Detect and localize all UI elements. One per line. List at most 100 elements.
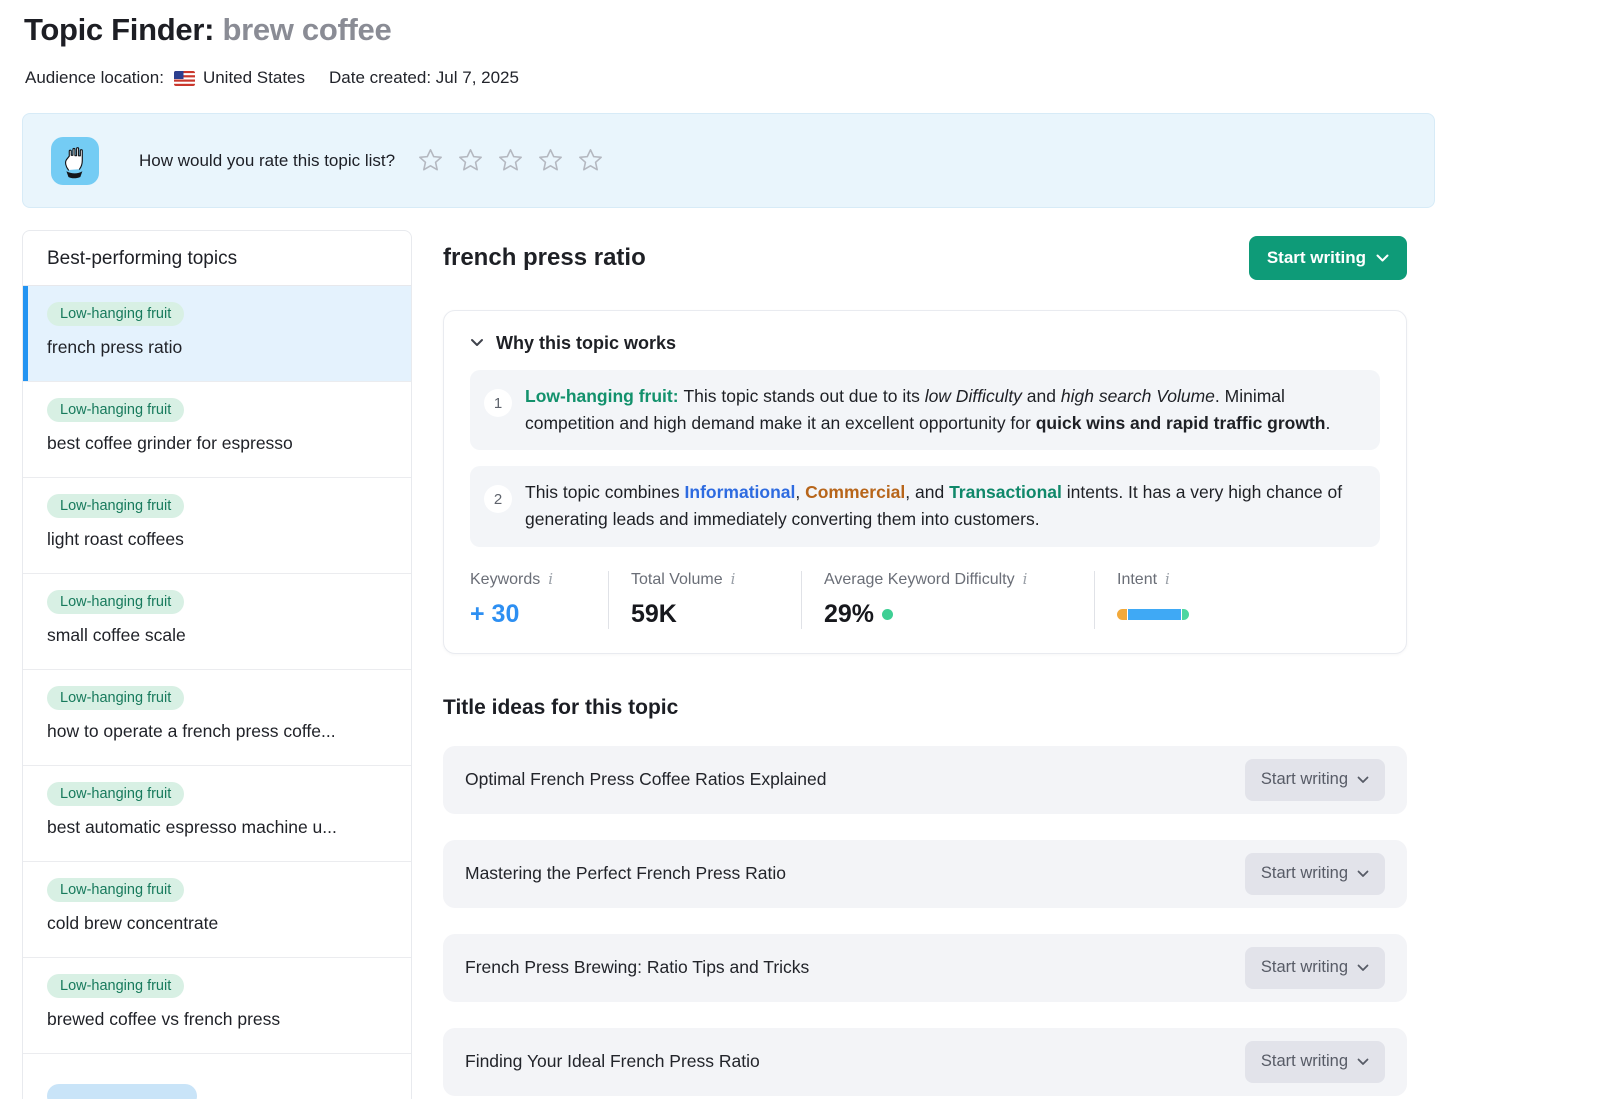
sidebar-item-partial[interactable] (23, 1054, 411, 1099)
sidebar-item-how-to-operate-french-press[interactable]: Low-hanging fruit how to operate a frenc… (23, 670, 411, 766)
sidebar-item-light-roast-coffees[interactable]: Low-hanging fruit light roast coffees (23, 478, 411, 574)
topic-detail-header: french press ratio Start writing (443, 230, 1407, 286)
metric-intent: Intenti (1117, 571, 1189, 629)
intent-label: Intent (1117, 571, 1157, 589)
title-idea-text: Mastering the Perfect French Press Ratio (465, 863, 786, 884)
chevron-down-icon (1357, 864, 1369, 883)
difficulty-status-dot (882, 609, 893, 620)
star-icon-5[interactable] (577, 147, 604, 174)
info-icon[interactable]: i (1165, 572, 1170, 587)
difficulty-value: 29% (824, 600, 874, 629)
start-writing-button-idea-2[interactable]: Start writing (1245, 853, 1385, 895)
intent-distribution-bar (1117, 609, 1189, 620)
title-idea-card-1: Optimal French Press Coffee Ratios Expla… (443, 746, 1407, 814)
why-point-1: 1 Low-hanging fruit: This topic stands o… (470, 370, 1380, 450)
date-created: Date created: Jul 7, 2025 (329, 68, 519, 88)
low-hanging-fruit-badge: Low-hanging fruit (47, 590, 184, 614)
star-icon-1[interactable] (417, 147, 444, 174)
title-idea-text: Optimal French Press Coffee Ratios Expla… (465, 769, 827, 790)
why-point-2: 2 This topic combines Informational, Com… (470, 466, 1380, 546)
info-icon[interactable]: i (548, 572, 553, 587)
point-number: 2 (484, 485, 512, 513)
audience-location-label: Audience location: (25, 68, 164, 88)
best-performing-topics-panel: Best-performing topics Low-hanging fruit… (22, 230, 412, 1099)
audience-location-value: United States (203, 68, 305, 88)
partial-topic-badge (47, 1084, 197, 1099)
star-icon-3[interactable] (497, 147, 524, 174)
rating-question: How would you rate this topic list? (139, 151, 395, 171)
keywords-label: Keywords (470, 571, 540, 589)
low-hanging-fruit-badge: Low-hanging fruit (47, 878, 184, 902)
page-title-prefix: Topic Finder: (24, 12, 222, 47)
start-writing-label: Start writing (1261, 770, 1348, 789)
difficulty-label: Average Keyword Difficulty (824, 571, 1015, 589)
start-writing-label: Start writing (1267, 248, 1366, 268)
rating-stars (417, 147, 604, 174)
title-ideas-heading: Title ideas for this topic (443, 696, 1407, 720)
topic-label: how to operate a french press coffe... (47, 721, 387, 742)
topic-detail-panel: french press ratio Start writing Why thi… (443, 230, 1407, 1096)
topic-label: best automatic espresso machine u... (47, 817, 387, 838)
chevron-down-icon (1357, 1052, 1369, 1071)
sidebar-title: Best-performing topics (23, 231, 411, 286)
metric-divider (801, 571, 802, 629)
intent-segment-commercial (1117, 609, 1127, 620)
why-topic-works-card: Why this topic works 1 Low-hanging fruit… (443, 310, 1407, 654)
start-writing-button[interactable]: Start writing (1249, 236, 1407, 280)
rating-banner: How would you rate this topic list? (22, 113, 1435, 208)
sidebar-item-cold-brew-concentrate[interactable]: Low-hanging fruit cold brew concentrate (23, 862, 411, 958)
start-writing-button-idea-4[interactable]: Start writing (1245, 1041, 1385, 1083)
topic-detail-title: french press ratio (443, 244, 646, 272)
intent-segment-transactional (1182, 609, 1189, 620)
title-idea-card-3: French Press Brewing: Ratio Tips and Tri… (443, 934, 1407, 1002)
chevron-down-icon (1357, 958, 1369, 977)
info-icon[interactable]: i (731, 572, 736, 587)
metrics-row: Keywords i + 30 Total Volume i 59K Average… (470, 569, 1380, 629)
total-volume-label: Total Volume (631, 571, 723, 589)
start-writing-button-idea-1[interactable]: Start writing (1245, 759, 1385, 801)
point-number: 1 (484, 389, 512, 417)
topic-label: french press ratio (47, 337, 387, 358)
low-hanging-fruit-badge: Low-hanging fruit (47, 398, 184, 422)
chevron-down-icon (1357, 770, 1369, 789)
low-hanging-fruit-badge: Low-hanging fruit (47, 974, 184, 998)
info-icon[interactable]: i (1023, 572, 1028, 587)
page-title-query: brew coffee (222, 12, 391, 47)
us-flag-icon (174, 71, 195, 86)
metric-keyword-difficulty: Average Keyword Difficulty i 29% (824, 571, 1072, 629)
start-writing-button-idea-3[interactable]: Start writing (1245, 947, 1385, 989)
metric-divider (1094, 571, 1095, 629)
star-icon-2[interactable] (457, 147, 484, 174)
low-hanging-fruit-badge: Low-hanging fruit (47, 494, 184, 518)
chevron-down-icon (470, 335, 484, 353)
low-hanging-fruit-badge: Low-hanging fruit (47, 782, 184, 806)
keywords-value: + 30 (470, 600, 586, 629)
chevron-down-icon (1376, 248, 1389, 268)
total-volume-value: 59K (631, 600, 779, 629)
topic-label: light roast coffees (47, 529, 387, 550)
title-idea-card-2: Mastering the Perfect French Press Ratio… (443, 840, 1407, 908)
title-idea-text: Finding Your Ideal French Press Ratio (465, 1051, 760, 1072)
sidebar-item-french-press-ratio[interactable]: Low-hanging fruit french press ratio (23, 286, 411, 382)
metric-divider (608, 571, 609, 629)
why-topic-works-title: Why this topic works (496, 333, 676, 354)
title-idea-card-4: Finding Your Ideal French Press Ratio St… (443, 1028, 1407, 1096)
low-hanging-fruit-badge: Low-hanging fruit (47, 686, 184, 710)
topic-label: best coffee grinder for espresso (47, 433, 387, 454)
sidebar-item-best-coffee-grinder[interactable]: Low-hanging fruit best coffee grinder fo… (23, 382, 411, 478)
why-topic-works-header[interactable]: Why this topic works (470, 333, 1380, 354)
start-writing-label: Start writing (1261, 958, 1348, 977)
title-idea-text: French Press Brewing: Ratio Tips and Tri… (465, 957, 809, 978)
sidebar-item-brewed-coffee-vs-french-press[interactable]: Low-hanging fruit brewed coffee vs frenc… (23, 958, 411, 1054)
page-title: Topic Finder: brew coffee (24, 12, 391, 48)
start-writing-label: Start writing (1261, 1052, 1348, 1071)
sidebar-item-small-coffee-scale[interactable]: Low-hanging fruit small coffee scale (23, 574, 411, 670)
topic-label: brewed coffee vs french press (47, 1009, 387, 1030)
intent-segment-informational (1128, 609, 1181, 620)
point-text: This topic combines Informational, Comme… (525, 479, 1360, 533)
topic-label: cold brew concentrate (47, 913, 387, 934)
sidebar-item-best-automatic-espresso-machine[interactable]: Low-hanging fruit best automatic espress… (23, 766, 411, 862)
star-icon-4[interactable] (537, 147, 564, 174)
point-text: Low-hanging fruit: This topic stands out… (525, 383, 1360, 437)
hand-icon (51, 137, 99, 185)
